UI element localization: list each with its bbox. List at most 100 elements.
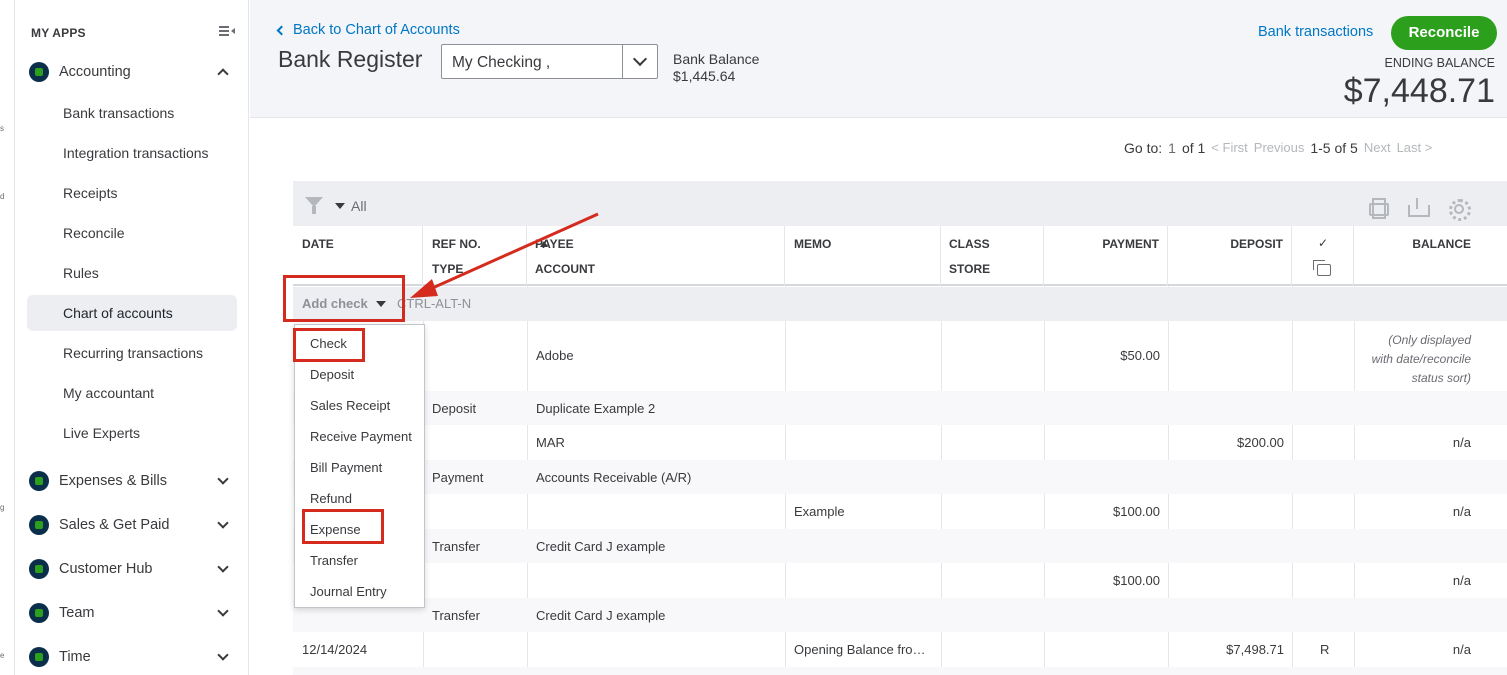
- collapse-menu-icon[interactable]: [219, 24, 235, 38]
- page-title: Bank Register: [278, 46, 423, 72]
- menu-item-deposit[interactable]: Deposit: [310, 367, 354, 382]
- sidebar-item-rules[interactable]: Rules: [63, 263, 99, 283]
- edge-text: d: [0, 192, 5, 201]
- menu-item-receive-payment[interactable]: Receive Payment: [310, 429, 412, 444]
- table-row[interactable]: 12/14/2024 Opening Balance fro… $7,498.7…: [293, 632, 1507, 675]
- section-label: Time: [59, 649, 91, 665]
- edge-text: e: [0, 651, 5, 660]
- column-balance[interactable]: BALANCE: [1354, 226, 1507, 286]
- account-cell: Credit Card J example: [536, 608, 666, 623]
- type-cell: Deposit: [432, 401, 477, 416]
- next-page-link[interactable]: Next: [1364, 140, 1391, 156]
- sidebar-item-bank-transactions[interactable]: Bank transactions: [63, 103, 174, 123]
- menu-item-refund[interactable]: Refund: [310, 491, 352, 506]
- section-label: Team: [59, 605, 95, 621]
- chevron-down-icon: [217, 561, 229, 573]
- filter-icon[interactable]: [305, 197, 323, 215]
- page-of: of 1: [1181, 140, 1206, 156]
- sales-icon: [29, 515, 49, 535]
- sidebar-header: MY APPS: [31, 26, 86, 40]
- gear-icon[interactable]: [1447, 197, 1471, 221]
- table-row[interactable]: MAR $200.00 n/a Payment Accounts Receiva…: [293, 425, 1507, 494]
- column-memo[interactable]: MEMO: [785, 226, 941, 286]
- last-page-link[interactable]: Last >: [1397, 140, 1433, 156]
- register-header: Back to Chart of Accounts Bank Register …: [250, 0, 1507, 118]
- sidebar-section-sales[interactable]: Sales & Get Paid: [29, 508, 239, 542]
- balance-note: (Only displayed with date/reconcile stat…: [1371, 333, 1471, 385]
- table-toolbar: All: [293, 181, 1507, 226]
- bank-balance-label: Bank Balance: [673, 51, 760, 67]
- account-cell: Credit Card J example: [536, 539, 666, 554]
- chevron-down-icon: [217, 605, 229, 617]
- column-payee-account[interactable]: PAYEE ACCOUNT: [527, 226, 785, 286]
- table-row[interactable]: Adobe $50.00 Deposit Duplicate Example 2…: [293, 321, 1507, 425]
- expenses-icon: [29, 471, 49, 491]
- filter-value[interactable]: All: [351, 198, 367, 214]
- caret-down-icon[interactable]: [335, 203, 345, 209]
- account-cell: Accounts Receivable (A/R): [536, 470, 692, 485]
- menu-item-transfer[interactable]: Transfer: [310, 553, 358, 568]
- annotation-highlight-check: [293, 328, 365, 362]
- payment-cell: $100.00: [1113, 504, 1160, 519]
- type-cell: Payment: [432, 470, 484, 485]
- sidebar-section-time[interactable]: Time: [29, 640, 239, 674]
- bank-transactions-link[interactable]: Bank transactions: [1258, 24, 1373, 40]
- column-deposit[interactable]: DEPOSIT: [1168, 226, 1292, 286]
- type-cell: Transfer: [432, 539, 480, 554]
- menu-item-journal-entry[interactable]: Journal Entry: [310, 584, 387, 599]
- previous-page-link[interactable]: Previous: [1254, 140, 1305, 156]
- sidebar-item-live-experts[interactable]: Live Experts: [63, 423, 140, 443]
- deposit-cell: $200.00: [1237, 435, 1284, 450]
- chevron-down-icon[interactable]: [622, 45, 657, 78]
- sidebar-item-reconcile[interactable]: Reconcile: [63, 223, 124, 243]
- section-label: Accounting: [59, 64, 131, 80]
- payment-cell: $50.00: [1120, 348, 1160, 363]
- time-icon: [29, 647, 49, 667]
- memo-cell: Example: [794, 504, 845, 519]
- chevron-down-icon: [217, 649, 229, 661]
- status-cell: R: [1320, 642, 1330, 657]
- memo-cell: Opening Balance fro…: [794, 642, 926, 657]
- first-page-link[interactable]: < First: [1211, 140, 1247, 156]
- add-transaction-menu: Check Deposit Sales Receipt Receive Paym…: [294, 324, 425, 608]
- sidebar-section-accounting[interactable]: Accounting: [29, 55, 239, 89]
- section-label: Sales & Get Paid: [59, 517, 170, 533]
- reconcile-button[interactable]: Reconcile: [1391, 16, 1497, 50]
- accounting-icon: [29, 62, 49, 82]
- copy-icon[interactable]: [1313, 260, 1331, 276]
- team-icon: [29, 603, 49, 623]
- table-row[interactable]: $100.00 n/a Transfer Credit Card J examp…: [293, 563, 1507, 632]
- annotation-highlight-expense: [302, 509, 384, 544]
- sidebar-item-chart-of-accounts[interactable]: Chart of accounts: [27, 295, 237, 331]
- print-icon[interactable]: [1367, 197, 1389, 219]
- sidebar: MY APPS Accounting Bank transactions Int…: [14, 0, 249, 675]
- goto-label: Go to:: [1124, 140, 1163, 156]
- menu-item-sales-receipt[interactable]: Sales Receipt: [310, 398, 390, 413]
- balance-cell: n/a: [1452, 435, 1471, 450]
- balance-cell: n/a: [1452, 504, 1471, 519]
- add-transaction-row: Add check CTRL-ALT-N: [293, 287, 1507, 321]
- sidebar-item-recurring-transactions[interactable]: Recurring transactions: [63, 343, 203, 363]
- column-ref-type[interactable]: REF NO. TYPE: [423, 226, 527, 286]
- date-cell: 12/14/2024: [302, 642, 368, 657]
- page-input[interactable]: 1: [1168, 140, 1176, 156]
- column-class-store[interactable]: CLASS STORE: [941, 226, 1044, 286]
- export-icon[interactable]: [1407, 197, 1430, 217]
- ending-balance-value: $7,448.71: [1343, 72, 1495, 110]
- sidebar-section-expenses-bills[interactable]: Expenses & Bills: [29, 464, 239, 498]
- account-select-value: My Checking ,: [452, 54, 551, 71]
- sidebar-item-my-accountant[interactable]: My accountant: [63, 383, 154, 403]
- section-label: Expenses & Bills: [59, 473, 167, 489]
- shortcut-hint: CTRL-ALT-N: [397, 296, 472, 311]
- table-row[interactable]: Example $100.00 n/a Transfer Credit Card…: [293, 494, 1507, 563]
- column-payment[interactable]: PAYMENT: [1044, 226, 1168, 286]
- column-reconcile-status[interactable]: ✓: [1292, 226, 1354, 286]
- account-select[interactable]: My Checking ,: [441, 44, 658, 79]
- sidebar-item-receipts[interactable]: Receipts: [63, 183, 117, 203]
- back-link[interactable]: Back to Chart of Accounts: [276, 22, 460, 38]
- menu-item-bill-payment[interactable]: Bill Payment: [310, 460, 382, 475]
- sidebar-section-team[interactable]: Team: [29, 596, 239, 630]
- sidebar-item-integration-transactions[interactable]: Integration transactions: [63, 143, 209, 163]
- sidebar-section-customer-hub[interactable]: Customer Hub: [29, 552, 239, 586]
- annotation-highlight-add-check: [283, 275, 405, 322]
